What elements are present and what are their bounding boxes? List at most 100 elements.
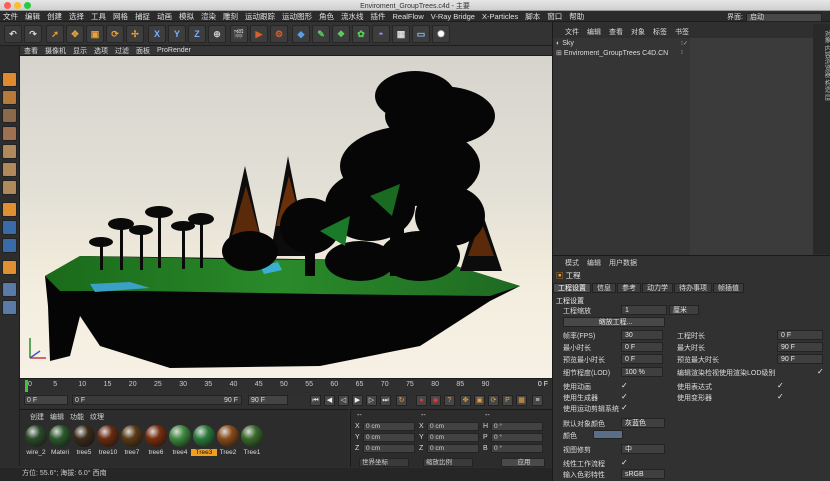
object-menu-item[interactable]: 文件 [565, 27, 579, 37]
coordinate-system-icon[interactable]: ⊕ [208, 25, 226, 43]
viewport-menu-item[interactable]: ProRender [157, 47, 191, 54]
menu-item[interactable]: 动画 [157, 11, 172, 22]
workplane-icon[interactable] [2, 126, 17, 141]
material-name[interactable]: tree10 [95, 449, 121, 456]
go-to-end-icon[interactable]: ⏭ [380, 395, 391, 406]
record-icon[interactable]: ● [416, 395, 427, 406]
material-name[interactable]: tree5 [71, 449, 97, 456]
material-ball[interactable] [121, 425, 143, 447]
material-menu-item[interactable]: 创建 [30, 412, 44, 422]
color-swatch[interactable] [593, 430, 623, 439]
array-icon[interactable]: ✿ [352, 25, 370, 43]
z-axis-button[interactable]: Z [188, 25, 206, 43]
redo-icon[interactable]: ↷ [24, 25, 42, 43]
menu-item[interactable]: 创建 [47, 11, 62, 22]
object-item-group[interactable]: ⊞ Enviroment_GroupTrees C4D.CN [556, 49, 668, 57]
render-view-icon[interactable]: 🎬 [230, 25, 248, 43]
menu-item[interactable]: 捕捉 [135, 11, 150, 22]
material-ball[interactable] [241, 425, 263, 447]
menu-item[interactable]: X-Particles [482, 12, 518, 21]
scale-project-button[interactable]: 缩放工程... [563, 317, 665, 327]
coord-value-field[interactable]: 0 cm [363, 422, 415, 431]
model-mode-icon[interactable] [2, 90, 17, 105]
subdivision-icon[interactable]: ❖ [332, 25, 350, 43]
polygons-mode-icon[interactable] [2, 180, 17, 195]
material-name[interactable]: tree6 [143, 449, 169, 456]
object-item-sky[interactable]: ◐ Sky [556, 40, 574, 47]
material-ball[interactable] [217, 425, 239, 447]
material-ball[interactable] [49, 425, 71, 447]
axis-mode-icon[interactable] [2, 202, 17, 217]
viewport-menu-item[interactable]: 显示 [73, 46, 87, 56]
object-menu-item[interactable]: 编辑 [587, 27, 601, 37]
coord-value-field[interactable]: 0 ° [491, 433, 543, 442]
texture-mode-icon[interactable] [2, 108, 17, 123]
points-mode-icon[interactable] [2, 144, 17, 159]
fps-field[interactable]: 30 [621, 330, 663, 340]
material-ball[interactable] [25, 425, 47, 447]
object-list[interactable]: ◐ Sky ⊞ Enviroment_GroupTrees C4D.CN [553, 38, 680, 258]
coord-value-field[interactable]: 0 cm [427, 422, 479, 431]
visibility-dot-icon[interactable]: ⁝ [681, 49, 683, 56]
material-name[interactable]: Materi [47, 449, 73, 456]
spline-pen-icon[interactable]: ✎ [312, 25, 330, 43]
move-icon[interactable]: ✥ [66, 25, 84, 43]
use-animation-checkbox[interactable]: ✓ [621, 382, 628, 390]
menu-item[interactable]: 窗口 [547, 11, 562, 22]
undo-icon[interactable]: ↶ [4, 25, 22, 43]
menu-item[interactable]: RealFlow [393, 12, 424, 21]
apply-button[interactable]: 应用 [501, 458, 545, 467]
material-menu-item[interactable]: 纹理 [90, 412, 104, 422]
attribute-tab[interactable]: 帧插值 [713, 283, 744, 293]
attribute-menu-item[interactable]: 用户数据 [609, 258, 637, 268]
attribute-menu-item[interactable]: 模式 [565, 258, 579, 268]
material-name[interactable]: Tree2 [215, 449, 241, 456]
material-ball[interactable] [169, 425, 191, 447]
frame-range-slider[interactable]: 0 F 90 F [72, 395, 242, 405]
viewport-menu-item[interactable]: 过滤 [115, 46, 129, 56]
timeline-menu-icon[interactable]: ≡ [532, 395, 543, 406]
object-tags-area[interactable] [690, 38, 813, 258]
edges-mode-icon[interactable] [2, 162, 17, 177]
prev-frame-icon[interactable]: ◁ [338, 395, 349, 406]
coordinate-space-dropdown[interactable]: 世界坐标 [359, 458, 409, 467]
object-menu-item[interactable]: 标签 [653, 27, 667, 37]
menu-item[interactable]: 帮助 [569, 11, 584, 22]
menu-item[interactable]: 脚本 [525, 11, 540, 22]
tweak-icon[interactable] [2, 220, 17, 235]
min-time-field[interactable]: 0 F [621, 342, 663, 352]
deformer-icon[interactable]: ◓ [372, 25, 390, 43]
loop-icon[interactable]: ↻ [396, 395, 407, 406]
side-tabs[interactable]: 对象 内容浏览器 构造 层 [813, 24, 830, 254]
object-visibility-column[interactable]: ⁝✓ ⁝ [680, 38, 690, 258]
y-axis-button[interactable]: Y [168, 25, 186, 43]
menu-item[interactable]: 网格 [113, 11, 128, 22]
menu-item[interactable]: 运动图形 [282, 11, 312, 22]
menu-item[interactable]: 文件 [3, 11, 18, 22]
x-axis-button[interactable]: X [148, 25, 166, 43]
attribute-tab[interactable]: 参考 [617, 283, 641, 293]
viewport-menu-item[interactable]: 选项 [94, 46, 108, 56]
autokey-icon[interactable]: ◉ [430, 395, 441, 406]
key-scale-icon[interactable]: ▣ [474, 395, 485, 406]
coord-value-field[interactable]: 0 cm [363, 444, 415, 453]
light-icon[interactable]: ✺ [432, 25, 450, 43]
prev-key-icon[interactable]: ◀ [324, 395, 335, 406]
next-frame-icon[interactable]: ▷ [366, 395, 377, 406]
rotate-icon[interactable]: ⟳ [106, 25, 124, 43]
project-time-field[interactable]: 0 F [777, 330, 823, 340]
preview-min-field[interactable]: 0 F [621, 354, 663, 364]
key-pla-icon[interactable]: ▦ [516, 395, 527, 406]
visibility-dot-icon[interactable]: ⁝✓ [681, 40, 688, 47]
attribute-tab[interactable]: 信息 [592, 283, 616, 293]
viewport-menu-item[interactable]: 摄像机 [45, 46, 66, 56]
material-menu-item[interactable]: 编辑 [50, 412, 64, 422]
go-to-start-icon[interactable]: ⏮ [310, 395, 321, 406]
menu-item[interactable]: 渲染 [201, 11, 216, 22]
interface-dropdown[interactable]: 启动 [746, 12, 822, 22]
timeline-ruler[interactable]: 0 F 0 5 10 15 20 25 30 35 40 45 50 55 60 65 70 75 80 85 90 [20, 378, 552, 392]
lod-field[interactable]: 100 % [621, 367, 663, 377]
max-time-field[interactable]: 90 F [777, 342, 823, 352]
use-deformers-checkbox[interactable]: ✓ [777, 393, 784, 401]
solo-icon[interactable] [2, 260, 17, 275]
